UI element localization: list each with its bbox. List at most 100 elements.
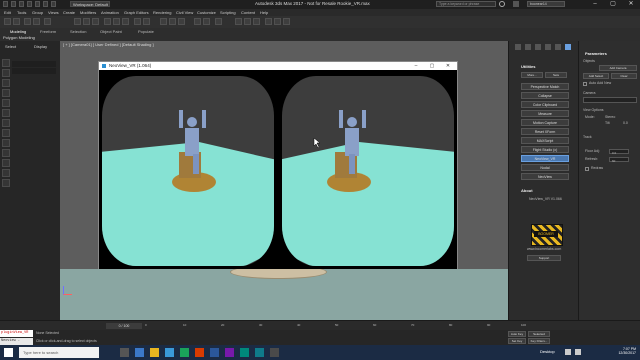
save-icon[interactable]	[27, 1, 32, 7]
utility-neoview-vr[interactable]: NeoView_VR	[521, 155, 569, 162]
open-icon[interactable]	[19, 1, 24, 7]
display-lights-icon[interactable]	[2, 79, 10, 87]
minimize-button[interactable]: –	[586, 0, 604, 9]
menu-create[interactable]: Create	[63, 9, 75, 16]
app-logo-icon[interactable]	[3, 1, 8, 7]
display-bones-icon[interactable]	[2, 139, 10, 147]
star-icon[interactable]	[513, 1, 519, 7]
select-by-name-icon[interactable]	[83, 18, 90, 25]
desktop-toolbar[interactable]: Desktop	[540, 349, 555, 354]
visual-studio-icon[interactable]	[225, 348, 234, 357]
menu-animation[interactable]: Animation	[101, 9, 119, 16]
support-button[interactable]: Support	[527, 255, 561, 261]
menu-group[interactable]: Group	[32, 9, 43, 16]
menu-tools[interactable]: Tools	[17, 9, 26, 16]
menu-content[interactable]: Content	[241, 9, 255, 16]
set-key-button[interactable]: Set Key	[508, 338, 526, 344]
maximize-button[interactable]: ▢	[604, 0, 622, 9]
move-icon[interactable]	[104, 18, 111, 25]
key-filters-button[interactable]: Key Filters...	[528, 338, 550, 344]
undo-icon[interactable]	[4, 18, 11, 25]
menu-customize[interactable]: Customize	[197, 9, 216, 16]
menu-rendering[interactable]: Rendering	[153, 9, 171, 16]
rotate-icon[interactable]	[113, 18, 120, 25]
utility-maxscript[interactable]: MAXScript	[521, 137, 569, 144]
utility-color-clipboard[interactable]: Color Clipboard	[521, 101, 569, 108]
scene-tree-layer[interactable]	[12, 68, 56, 74]
maxscript-listener[interactable]: pluginView_VR	[0, 330, 33, 337]
menu-scripting[interactable]: Scripting	[220, 9, 236, 16]
more-button[interactable]: More...	[521, 72, 543, 78]
add-select-button[interactable]: Add Select	[583, 73, 609, 79]
modify-tab-icon[interactable]	[525, 44, 531, 50]
layer-icon[interactable]	[215, 18, 222, 25]
close-button[interactable]: ✕	[622, 0, 640, 9]
scene-tree-root[interactable]	[12, 61, 56, 67]
utility-collapse[interactable]: Collapse	[521, 92, 569, 99]
utilities-tab-icon[interactable]	[565, 44, 571, 50]
app-icon[interactable]	[180, 348, 189, 357]
task-view-icon[interactable]	[120, 348, 129, 357]
utility-reset-xform[interactable]: Reset XForm	[521, 128, 569, 135]
display-frozen-icon[interactable]	[2, 159, 10, 167]
render-icon[interactable]	[283, 18, 290, 25]
refresh-input[interactable]: 60	[609, 157, 629, 163]
search-icon[interactable]	[499, 1, 505, 7]
tab-select[interactable]: Select	[5, 44, 16, 49]
store-icon[interactable]	[165, 348, 174, 357]
utility-motion-capture[interactable]: Motion Capture	[521, 119, 569, 126]
menu-edit[interactable]: Edit	[4, 9, 11, 16]
file-explorer-icon[interactable]	[150, 348, 159, 357]
tilt-value[interactable]: 0.0	[623, 121, 628, 125]
vr-preview-window[interactable]: NeoView_VR (1.064) – ▢ ✕	[98, 61, 458, 269]
vr-window-titlebar[interactable]: NeoView_VR (1.064) – ▢ ✕	[99, 62, 457, 70]
time-slider[interactable]: 0 / 100	[106, 323, 142, 329]
percent-snap-icon[interactable]	[178, 18, 185, 25]
auto-add-checkbox[interactable]	[583, 82, 587, 86]
reference-coord-icon[interactable]	[134, 18, 141, 25]
viewport-label[interactable]: [ + ] [Camera01] [ User Defined ] [Defau…	[63, 42, 154, 47]
material-editor-icon[interactable]	[253, 18, 260, 25]
display-all-icon[interactable]	[2, 179, 10, 187]
project-icon[interactable]	[51, 1, 56, 7]
tab-object-paint[interactable]: Object Paint	[100, 29, 122, 34]
render-setup-icon[interactable]	[265, 18, 272, 25]
region-select-icon[interactable]	[92, 18, 99, 25]
snap-icon[interactable]	[160, 18, 167, 25]
display-xrefs-icon[interactable]	[2, 129, 10, 137]
vr-close-button[interactable]: ✕	[441, 62, 455, 70]
pivot-icon[interactable]	[143, 18, 150, 25]
display-geometry-icon[interactable]	[2, 59, 10, 67]
workspace-dropdown[interactable]: Workspace: Default	[70, 1, 110, 7]
select-icon[interactable]	[74, 18, 81, 25]
camera-list[interactable]	[583, 97, 637, 103]
clear-button[interactable]: Clear	[611, 73, 637, 79]
display-groups-icon[interactable]	[2, 119, 10, 127]
align-icon[interactable]	[203, 18, 210, 25]
utility-measure[interactable]: Measure	[521, 110, 569, 117]
start-icon[interactable]	[4, 348, 13, 357]
menu-graph-editors[interactable]: Graph Editors	[124, 9, 149, 16]
angle-snap-icon[interactable]	[169, 18, 176, 25]
volume-icon[interactable]	[575, 349, 581, 355]
utility-neoview[interactable]: NeoView	[521, 173, 569, 180]
menu-views[interactable]: Views	[48, 9, 59, 16]
menu-help[interactable]: Help	[260, 9, 268, 16]
vr-maximize-button[interactable]: ▢	[425, 62, 439, 70]
schematic-icon[interactable]	[244, 18, 251, 25]
3ds-max-icon[interactable]	[255, 348, 264, 357]
redraw-checkbox[interactable]	[585, 167, 589, 171]
app-icon[interactable]	[240, 348, 249, 357]
tab-modeling[interactable]: Modeling	[10, 29, 26, 34]
create-tab-icon[interactable]	[515, 44, 521, 50]
redo-icon[interactable]	[43, 1, 48, 7]
vr-minimize-button[interactable]: –	[409, 62, 423, 70]
tab-display[interactable]: Display	[34, 44, 47, 49]
display-helpers-icon[interactable]	[2, 99, 10, 107]
mode-value[interactable]: Stereo	[605, 115, 615, 119]
hierarchy-tab-icon[interactable]	[535, 44, 541, 50]
network-icon[interactable]	[565, 349, 571, 355]
display-spacewarps-icon[interactable]	[2, 109, 10, 117]
undo-icon[interactable]	[35, 1, 40, 7]
utility-flight-studio[interactable]: Flight Studio (c)	[521, 146, 569, 153]
